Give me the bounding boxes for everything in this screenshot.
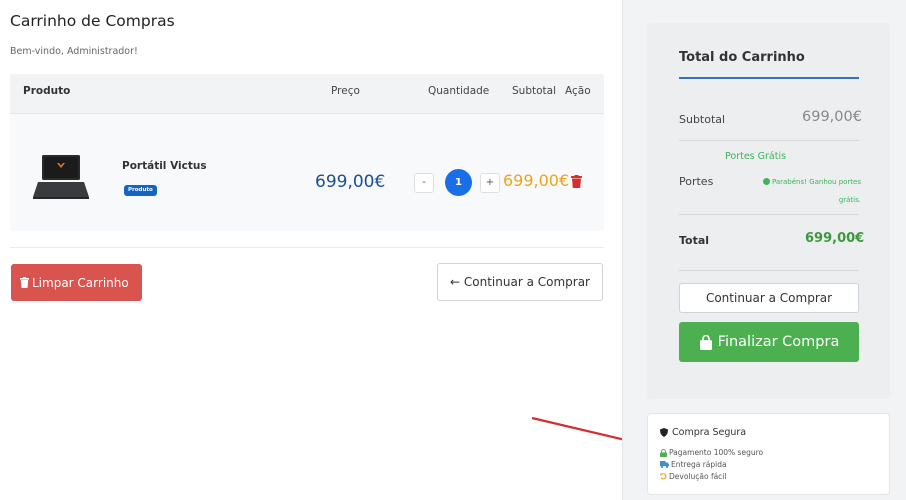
welcome-message: Bem-vindo, Administrador! [10,46,138,57]
total-value: 699,00€ [805,231,865,246]
check-icon [762,178,770,185]
shopping-bag-icon [699,334,712,350]
shipping-note: Parabéns! Ganhou portes grátis. [759,173,861,209]
secure-item-delivery: Entrega rápida [660,460,727,469]
secure-item-payment: Pagamento 100% seguro [660,448,763,457]
shipping-label: Portes [679,175,714,188]
divider [679,140,859,141]
product-badge: Produto [124,185,157,196]
secure-item-payment-text: Pagamento 100% seguro [669,448,764,457]
cart-total-title: Total do Carrinho [679,50,805,65]
checkout-label: Finalizar Compra [717,334,840,350]
secure-title: Compra Segura [660,427,746,438]
subtotal-value: 699,00€ [802,109,862,125]
quantity-increase-button[interactable]: + [480,173,500,193]
secure-item-return-text: Devolução fácil [669,472,727,481]
shipping-title: Portes Grátis [725,151,787,162]
divider [10,247,604,248]
trash-icon [20,277,29,288]
cart-table-header: Produto Preço Quantidade Subtotal Ação [10,74,604,114]
shipping-note-text: Parabéns! Ganhou portes grátis. [771,178,861,204]
cart-sidebar: Total do Carrinho Subtotal 699,00€ Porte… [622,0,906,500]
continue-shopping-button[interactable]: ← Continuar a Comprar [437,263,603,301]
total-label: Total [679,234,710,247]
clear-cart-label: Limpar Carrinho [32,275,129,290]
product-name[interactable]: Portátil Victus [122,160,207,172]
shopping-cart-page: Carrinho de Compras Bem-vindo, Administr… [0,0,906,500]
divider [679,214,859,215]
laptop-icon [33,155,89,199]
quantity-value[interactable]: 1 [445,169,472,196]
cart-table: Produto Preço Quantidade Subtotal Ação P… [10,74,604,231]
product-price: 699,00€ [315,172,386,192]
shield-icon [660,428,668,437]
trash-icon[interactable] [571,175,582,188]
header-quantidade: Quantidade [428,85,490,97]
header-produto: Produto [23,85,71,97]
cart-total-card: Total do Carrinho Subtotal 699,00€ Porte… [647,23,890,399]
secure-item-delivery-text: Entrega rápida [671,460,727,469]
clear-cart-button[interactable]: Limpar Carrinho [11,264,142,301]
subtotal-label: Subtotal [679,113,726,126]
secure-purchase-box: Compra Segura Pagamento 100% seguro Entr… [647,413,890,495]
checkout-button[interactable]: Finalizar Compra [679,322,859,362]
lock-icon [660,448,667,457]
quantity-decrease-button[interactable]: - [414,173,434,193]
divider [679,270,859,271]
table-row: Portátil Victus Produto 699,00€ - 1 + 69… [10,115,604,231]
undo-icon [660,473,667,480]
sidebar-continue-shopping-button[interactable]: Continuar a Comprar [679,283,859,313]
secure-title-text: Compra Segura [672,427,747,438]
page-title: Carrinho de Compras [10,12,175,30]
continue-shopping-label: ← Continuar a Comprar [450,275,590,289]
header-preco: Preço [331,85,360,97]
header-subtotal: Subtotal [512,85,556,97]
product-subtotal: 699,00€ [503,171,570,190]
header-acao: Ação [565,85,591,97]
secure-item-return: Devolução fácil [660,472,726,481]
title-underline [679,77,859,79]
truck-icon [660,461,669,468]
